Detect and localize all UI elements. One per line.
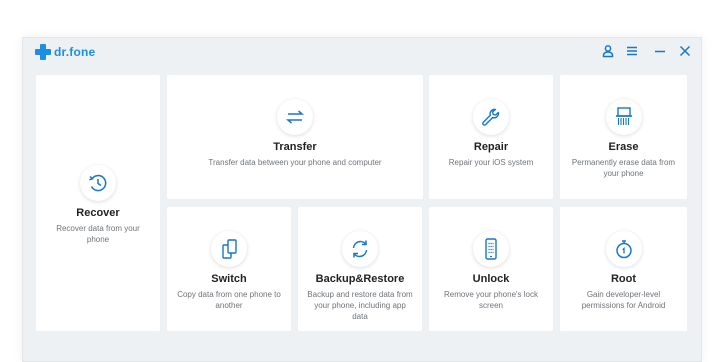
unlock-title: Unlock xyxy=(472,273,510,285)
recover-description: Recover data from your phone xyxy=(56,224,140,244)
transfer-description: Transfer data between your phone and com… xyxy=(208,158,382,167)
shredder-icon xyxy=(605,99,642,135)
phone-keypad-icon xyxy=(473,231,509,267)
backup-restore-description: Backup and restore data from your phone,… xyxy=(307,290,413,321)
transfer-title: Transfer xyxy=(273,141,317,153)
repair-description: Repair your iOS system xyxy=(448,158,534,167)
erase-description: Permanently erase data from your phone xyxy=(571,158,676,178)
root-title: Root xyxy=(610,273,637,285)
switch-phones-icon xyxy=(211,231,247,267)
recover-title: Recover xyxy=(76,207,120,219)
root-stopwatch-icon xyxy=(605,231,642,267)
minimize-icon[interactable] xyxy=(652,43,668,59)
menu-icon[interactable] xyxy=(624,43,640,59)
logo-cross-icon xyxy=(35,44,51,60)
switch-title: Switch xyxy=(211,273,247,285)
unlock-card[interactable]: Unlock Remove your phone's lock screen xyxy=(429,207,553,331)
switch-card[interactable]: Switch Copy data from one phone to anoth… xyxy=(167,207,291,331)
close-icon[interactable] xyxy=(677,43,693,59)
backup-restore-title: Backup&Restore xyxy=(315,273,405,285)
transfer-card[interactable]: Transfer Transfer data between your phon… xyxy=(167,75,423,199)
user-icon[interactable] xyxy=(600,43,616,59)
unlock-description: Remove your phone's lock screen xyxy=(443,290,539,310)
recover-card[interactable]: Recover Recover data from your phone xyxy=(36,75,160,331)
switch-description: Copy data from one phone to another xyxy=(177,290,281,310)
root-card[interactable]: Root Gain developer-level permissions fo… xyxy=(560,207,687,331)
backup-restore-card[interactable]: Backup&Restore Backup and restore data f… xyxy=(298,207,422,331)
clock-restore-icon xyxy=(80,165,116,201)
erase-title: Erase xyxy=(608,141,639,153)
app-name: dr.fone xyxy=(54,45,96,59)
wrench-icon xyxy=(473,99,509,135)
transfer-arrows-icon xyxy=(277,99,313,135)
app-window: dr.fone Recover Recover data from your p… xyxy=(22,37,702,362)
repair-title: Repair xyxy=(473,141,509,153)
repair-card[interactable]: Repair Repair your iOS system xyxy=(429,75,553,199)
title-bar: dr.fone xyxy=(23,38,701,72)
erase-card[interactable]: Erase Permanently erase data from your p… xyxy=(560,75,687,199)
app-logo: dr.fone xyxy=(35,44,95,60)
sync-icon xyxy=(342,231,378,267)
root-description: Gain developer-level permissions for And… xyxy=(581,290,666,310)
